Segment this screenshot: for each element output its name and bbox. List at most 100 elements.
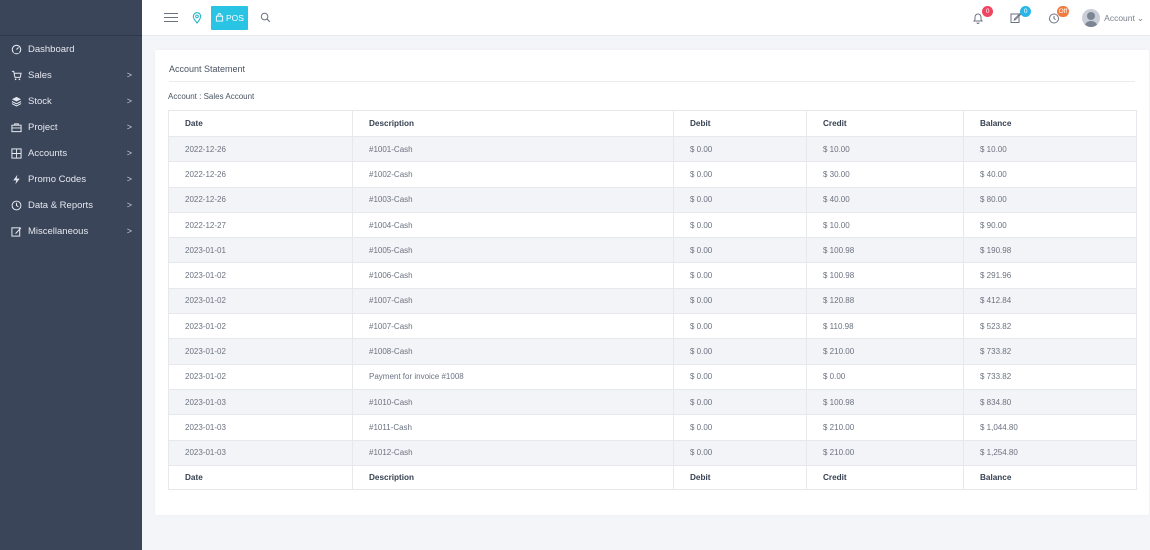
- column-header-date[interactable]: Date: [168, 110, 353, 137]
- cell-debit: $ 0.00: [673, 186, 807, 213]
- sidebar-item-label: Accounts: [28, 147, 68, 159]
- cell-debit: $ 0.00: [673, 439, 807, 466]
- pos-button-label: POS: [226, 12, 244, 23]
- cell-description: #1007-Cash: [352, 287, 674, 315]
- cell-date: 2023-01-02: [168, 313, 353, 340]
- cell-balance: $ 733.82: [963, 363, 1137, 390]
- cell-balance: $ 523.82: [963, 313, 1137, 340]
- cell-date: 2023-01-03: [168, 414, 353, 441]
- table-row: 2023-01-02 #1006-Cash $ 0.00 $ 100.98 $ 291.…: [168, 262, 1137, 289]
- table-row: 2023-01-03 #1011-Cash $ 0.00 $ 210.00 $ 1,04…: [168, 414, 1137, 441]
- cell-description: #1004-Cash: [352, 211, 674, 239]
- sidebar-item-accounts[interactable]: Accounts >: [0, 140, 142, 166]
- cell-debit: $ 0.00: [673, 237, 807, 264]
- notifications-button[interactable]: 0: [968, 6, 994, 28]
- sidebar-item-sales[interactable]: Sales >: [0, 62, 142, 88]
- chevron-down-icon: ⌄: [1136, 12, 1144, 23]
- cell-description: #1008-Cash: [352, 338, 674, 365]
- avatar[interactable]: [1082, 9, 1101, 27]
- column-header-credit[interactable]: Credit: [806, 110, 964, 137]
- cell-description: #1002-Cash: [352, 161, 674, 188]
- cell-debit: $ 0.00: [673, 338, 807, 365]
- pos-button[interactable]: POS: [211, 5, 248, 30]
- clock-icon: [10, 199, 22, 211]
- cell-balance: $ 90.00: [963, 211, 1137, 239]
- sidebar-item-label: Dashboard: [28, 43, 75, 55]
- column-header-description[interactable]: Description: [352, 110, 674, 137]
- cell-debit: $ 0.00: [673, 363, 807, 390]
- sidebar-item-stock[interactable]: Stock >: [0, 88, 142, 114]
- chevron-right-icon: >: [126, 174, 132, 184]
- sidebar-item-project[interactable]: Project >: [0, 114, 142, 140]
- table-row: 2023-01-01 #1005-Cash $ 0.00 $ 100.98 $ 190.…: [168, 237, 1137, 264]
- table-row: 2023-01-02 #1008-Cash $ 0.00 $ 210.00 $ 733.…: [168, 338, 1137, 365]
- footer-balance: Balance: [963, 464, 1137, 490]
- column-header-balance[interactable]: Balance: [963, 110, 1137, 137]
- footer-date: Date: [168, 464, 353, 490]
- cell-date: 2022-12-26: [168, 161, 353, 188]
- search-icon[interactable]: [260, 12, 271, 23]
- footer-credit: Credit: [806, 464, 964, 490]
- cell-credit: $ 30.00: [806, 161, 964, 188]
- location-pin-icon[interactable]: [191, 11, 203, 24]
- cell-balance: $ 1,044.80: [963, 414, 1137, 441]
- hamburger-menu-icon[interactable]: [164, 12, 178, 23]
- account-menu[interactable]: Account ⌄: [1104, 13, 1144, 24]
- cell-date: 2022-12-26: [168, 135, 353, 163]
- cell-credit: $ 210.00: [806, 414, 964, 441]
- chevron-right-icon: >: [126, 226, 132, 236]
- sidebar-item-data-reports[interactable]: Data & Reports >: [0, 192, 142, 218]
- sidebar-item-promo-codes[interactable]: Promo Codes >: [0, 166, 142, 192]
- chevron-right-icon: >: [126, 70, 132, 80]
- cell-date: 2022-12-27: [168, 211, 353, 239]
- dashboard-icon: [10, 43, 22, 55]
- table-row: 2023-01-02 #1007-Cash $ 0.00 $ 120.88 $ 412.…: [168, 287, 1137, 315]
- divider: [169, 81, 1135, 82]
- cell-credit: $ 100.98: [806, 388, 964, 416]
- chevron-right-icon: >: [126, 200, 132, 210]
- cell-credit: $ 210.00: [806, 338, 964, 365]
- sidebar-item-label: Data & Reports: [28, 199, 93, 211]
- table-body: 2022-12-26 #1001-Cash $ 0.00 $ 10.00 $ 10.00…: [168, 135, 1137, 466]
- cell-credit: $ 10.00: [806, 135, 964, 163]
- cell-balance: $ 733.82: [963, 338, 1137, 365]
- cell-description: #1012-Cash: [352, 439, 674, 466]
- cell-date: 2023-01-01: [168, 237, 353, 264]
- table-row: 2022-12-27 #1004-Cash $ 0.00 $ 10.00 $ 90.00: [168, 211, 1137, 239]
- cell-credit: $ 210.00: [806, 439, 964, 466]
- table-row: 2023-01-03 #1012-Cash $ 0.00 $ 210.00 $ 1,25…: [168, 439, 1137, 466]
- column-header-debit[interactable]: Debit: [673, 110, 807, 137]
- sidebar: Dashboard Sales > Stock > Project > Acco…: [0, 0, 142, 550]
- cell-credit: $ 0.00: [806, 363, 964, 390]
- cell-balance: $ 834.80: [963, 388, 1137, 416]
- cell-balance: $ 10.00: [963, 135, 1137, 163]
- messages-button[interactable]: 0: [1006, 6, 1032, 28]
- cell-date: 2023-01-03: [168, 388, 353, 416]
- briefcase-icon: [10, 121, 22, 133]
- statement-table: Date Description Debit Credit Balance 20…: [168, 110, 1137, 490]
- cell-balance: $ 1,254.80: [963, 439, 1137, 466]
- cell-debit: $ 0.00: [673, 414, 807, 441]
- cell-description: #1010-Cash: [352, 388, 674, 416]
- sidebar-item-miscellaneous[interactable]: Miscellaneous >: [0, 218, 142, 244]
- cell-balance: $ 80.00: [963, 186, 1137, 213]
- sidebar-logo-area: [0, 0, 142, 36]
- footer-debit: Debit: [673, 464, 807, 490]
- cell-date: 2023-01-02: [168, 287, 353, 315]
- cell-description: #1003-Cash: [352, 186, 674, 213]
- account-statement-card: Account Statement Account : Sales Accoun…: [155, 50, 1149, 515]
- sidebar-item-dashboard[interactable]: Dashboard: [0, 36, 142, 62]
- flash-icon: [10, 173, 22, 185]
- account-label: Account: [1104, 13, 1135, 23]
- cell-credit: $ 10.00: [806, 211, 964, 239]
- cell-debit: $ 0.00: [673, 262, 807, 289]
- cart-icon: [10, 69, 22, 81]
- cell-credit: $ 40.00: [806, 186, 964, 213]
- topbar-right: 0 0 Off Account ⌄: [968, 0, 1150, 36]
- sidebar-item-label: Miscellaneous: [28, 225, 89, 237]
- attendance-badge: Off: [1056, 6, 1070, 17]
- sidebar-item-label: Stock: [28, 95, 52, 107]
- attendance-button[interactable]: Off: [1044, 6, 1070, 28]
- bag-icon: [215, 13, 224, 22]
- messages-badge: 0: [1020, 6, 1032, 17]
